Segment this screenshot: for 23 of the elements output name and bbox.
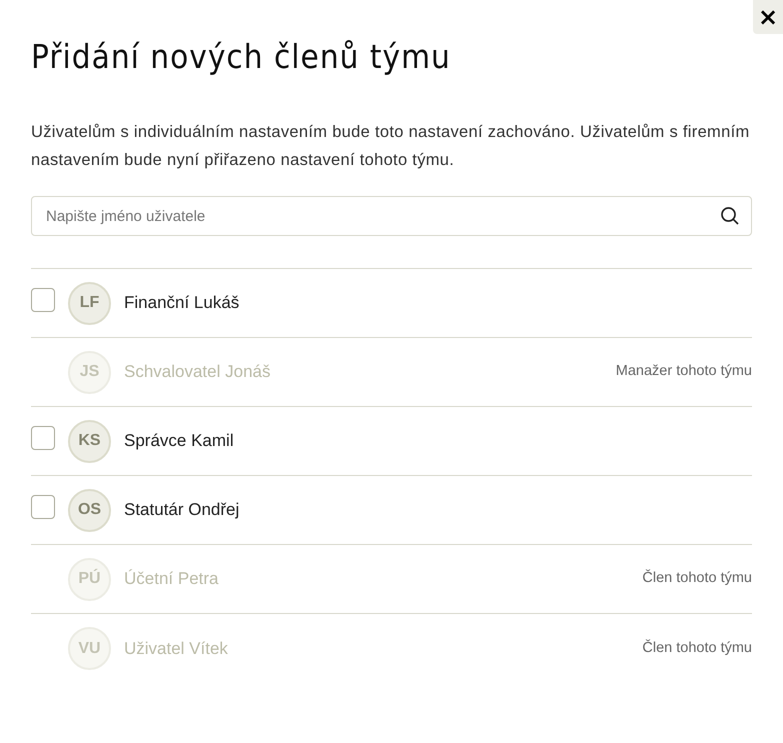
- member-role: Člen tohoto týmu: [642, 638, 752, 658]
- member-role: Manažer tohoto týmu: [616, 362, 752, 382]
- member-role: Člen tohoto týmu: [642, 568, 752, 588]
- avatar-initials: LF: [68, 282, 111, 324]
- dialog-title: Přidání nových členů týmu: [31, 36, 451, 78]
- user-name: Statutár Ondřej: [124, 499, 240, 522]
- user-name: Uživatel Vítek: [124, 638, 228, 660]
- avatar-initials: VU: [68, 627, 111, 670]
- user-name: Schvalovatel Jonáš: [124, 361, 270, 384]
- user-name: Správce Kamil: [124, 430, 234, 452]
- avatar-initials: PÚ: [68, 558, 111, 600]
- close-button[interactable]: ×: [753, 0, 783, 34]
- user-name: Účetní Petra: [124, 568, 218, 590]
- checkbox[interactable]: [31, 426, 55, 450]
- avatar-initials: OS: [68, 488, 111, 532]
- avatar-initials: JS: [68, 350, 111, 394]
- search-icon: [720, 206, 740, 226]
- search-field[interactable]: Napište jméno uživatele: [31, 196, 752, 236]
- checkbox[interactable]: [31, 288, 55, 312]
- dialog-description: Uživatelům s individuálním nastavením bude toto nastavení zachováno. Uživatelům s firemním nastavením bude nyní přiřazeno nastavení tohoto týmu.: [31, 122, 750, 171]
- avatar-initials: KS: [68, 420, 111, 462]
- checkbox[interactable]: [31, 495, 55, 519]
- user-name: Finanční Lukáš: [124, 292, 240, 314]
